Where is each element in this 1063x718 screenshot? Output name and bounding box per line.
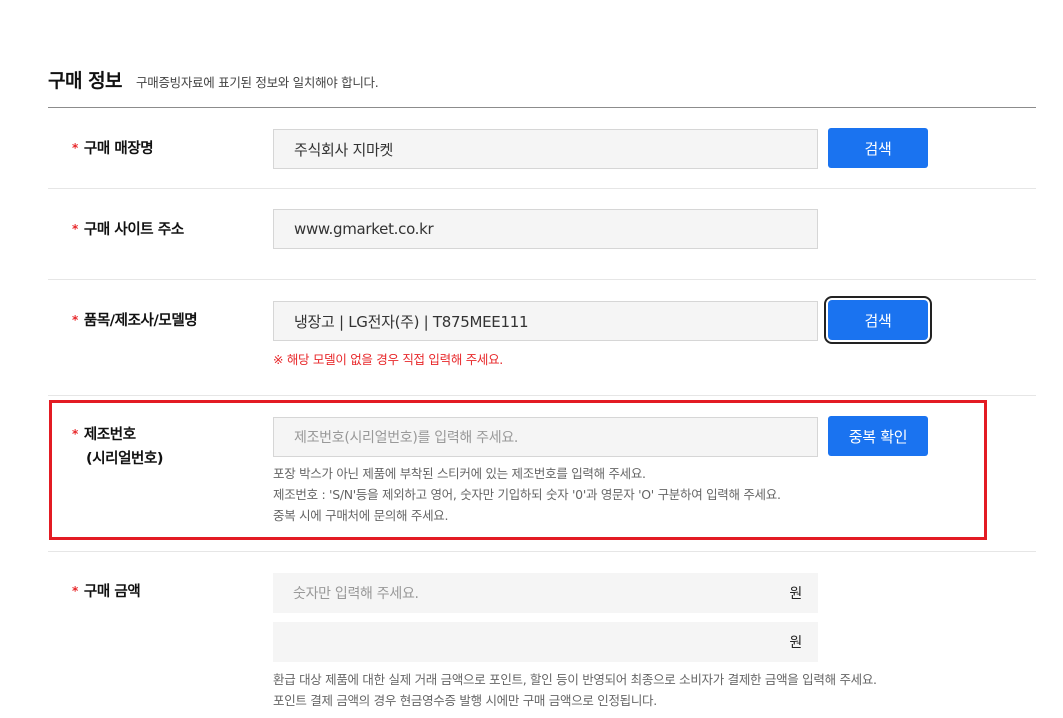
product-warning: ※ 해당 모델이 없을 경우 직접 입력해 주세요.	[273, 352, 503, 367]
site-address-field[interactable]: www.gmarket.co.kr	[273, 209, 818, 249]
product-search-button[interactable]: 검색	[824, 296, 932, 344]
header-divider	[48, 107, 1036, 108]
row-divider	[48, 188, 1036, 189]
serial-placeholder: 제조번호(시리얼번호)를 입력해 주세요.	[294, 430, 519, 446]
section-title: 구매 정보	[48, 70, 123, 92]
amount-help-line: 포인트 결제 금액의 경우 현금영수증 발행 시에만 구매 금액으로 인정됩니다…	[273, 693, 657, 708]
required-mark: *	[72, 427, 78, 441]
store-name-label: * 구매 매장명	[72, 141, 154, 157]
amount-placeholder: 숫자만 입력해 주세요.	[293, 586, 419, 602]
amount-label: * 구매 금액	[72, 584, 141, 600]
amount-second-unit: 원	[789, 635, 802, 651]
amount-help: 환급 대상 제품에 대한 실제 거래 금액으로 포인트, 할인 등이 반영되어 …	[273, 669, 877, 711]
product-label: * 품목/제조사/모델명	[72, 313, 198, 329]
amount-help-line: 환급 대상 제품에 대한 실제 거래 금액으로 포인트, 할인 등이 반영되어 …	[273, 672, 877, 687]
required-mark: *	[72, 141, 78, 155]
site-address-value: www.gmarket.co.kr	[294, 220, 434, 238]
row-divider	[48, 279, 1036, 280]
store-name-value: 주식회사 지마켓	[294, 140, 393, 159]
store-name-field[interactable]: 주식회사 지마켓	[273, 129, 818, 169]
amount-unit: 원	[789, 586, 802, 602]
section-header: 구매 정보 구매증빙자료에 표기된 정보와 일치해야 합니다.	[48, 66, 379, 93]
required-mark: *	[72, 222, 78, 236]
product-field[interactable]: 냉장고 | LG전자(주) | T875MEE111	[273, 301, 818, 341]
amount-second-field[interactable]: 원	[273, 622, 818, 662]
serial-help-line: 포장 박스가 아닌 제품에 부착된 스티커에 있는 제조번호를 입력해 주세요.	[273, 466, 646, 481]
section-description: 구매증빙자료에 표기된 정보와 일치해야 합니다.	[136, 75, 379, 90]
required-mark: *	[72, 584, 78, 598]
serial-input[interactable]: 제조번호(시리얼번호)를 입력해 주세요.	[273, 417, 818, 457]
serial-help: 포장 박스가 아닌 제품에 부착된 스티커에 있는 제조번호를 입력해 주세요.…	[273, 463, 781, 526]
serial-help-line: 중복 시에 구매처에 문의해 주세요.	[273, 508, 449, 523]
store-search-button[interactable]: 검색	[828, 128, 928, 168]
amount-input[interactable]: 숫자만 입력해 주세요. 원	[273, 573, 818, 613]
required-mark: *	[72, 313, 78, 327]
serial-help-line: 제조번호 : 'S/N'등을 제외하고 영어, 숫자만 기입하되 숫자 '0'과…	[273, 487, 781, 502]
row-divider	[48, 395, 1036, 396]
serial-label: * 제조번호 (시리얼번호)	[72, 423, 164, 471]
duplicate-check-button[interactable]: 중복 확인	[828, 416, 928, 456]
row-divider	[48, 551, 1036, 552]
serial-label-sub: (시리얼번호)	[86, 451, 164, 467]
site-address-label: * 구매 사이트 주소	[72, 222, 184, 238]
product-value: 냉장고 | LG전자(주) | T875MEE111	[294, 312, 529, 331]
